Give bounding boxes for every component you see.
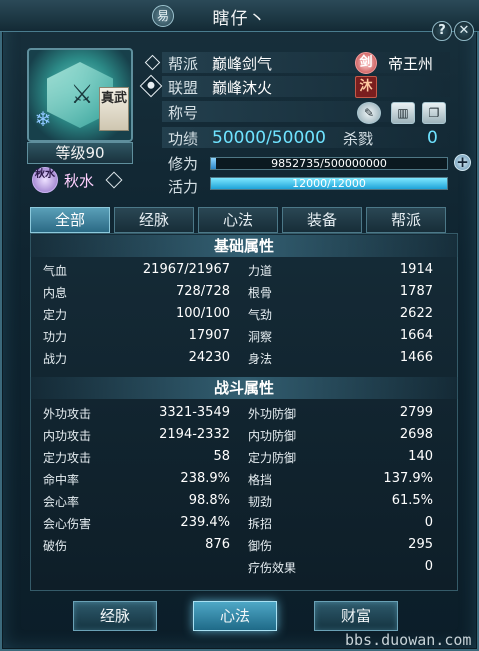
stat-label: 定力: [43, 308, 68, 322]
wealth-button[interactable]: 财富: [314, 601, 398, 631]
alliance-icon: 沐: [355, 76, 377, 98]
character-name: 瞎仔丶: [212, 9, 267, 29]
stat-label: 力道: [248, 264, 273, 278]
school-name: 秋水: [64, 172, 95, 190]
guild-value[interactable]: 巅峰剑气: [212, 53, 272, 74]
stat-label: 破伤: [43, 539, 68, 553]
tab-guild[interactable]: 帮派: [366, 207, 446, 233]
stat-label: 格挡: [248, 473, 273, 487]
alliance-label: 联盟: [168, 79, 199, 97]
tab-mindset[interactable]: 心法: [198, 207, 278, 233]
stat-label: 定力防御: [248, 451, 297, 465]
stat-label: 功力: [43, 330, 68, 344]
city-value: 帝王州: [388, 55, 434, 73]
list-icon[interactable]: ▥: [391, 102, 415, 124]
stat-value: 100/100: [175, 306, 230, 321]
stat-label: 气劲: [248, 308, 273, 322]
stat-value: 876: [205, 537, 230, 552]
meridians-button[interactable]: 经脉: [73, 601, 157, 631]
stat-label: 洞察: [248, 330, 273, 344]
vitality-text: 12000/12000: [292, 177, 366, 190]
stat-label: 疗伤效果: [248, 561, 297, 575]
stat-label: 外功攻击: [43, 407, 92, 421]
stat-value: 21967/21967: [142, 262, 230, 277]
stat-value: 2622: [399, 306, 433, 321]
stat-value: 2194-2332: [159, 427, 230, 442]
stat-label: 根骨: [248, 286, 273, 300]
basic-attributes-heading: 基础属性: [30, 235, 458, 257]
guild-label: 帮派: [168, 55, 199, 73]
stat-value: 61.5%: [391, 493, 433, 508]
level-label: 等级90: [27, 142, 133, 164]
attribute-tabs: 全部 经脉 心法 装备 帮派: [30, 207, 452, 233]
snowflake-icon: ❄: [34, 107, 52, 131]
combat-attributes-heading: 战斗属性: [30, 377, 458, 399]
stat-value: 24230: [188, 350, 230, 365]
tab-meridians[interactable]: 经脉: [114, 207, 194, 233]
close-button[interactable]: ✕: [454, 21, 474, 41]
merit-label: 功绩: [168, 130, 199, 148]
stat-value: 0: [424, 515, 433, 530]
book-icon[interactable]: ❐: [422, 102, 446, 124]
stat-label: 内功防御: [248, 429, 297, 443]
stat-value: 98.8%: [188, 493, 230, 508]
stat-label: 内息: [43, 286, 68, 300]
mindset-button[interactable]: 心法: [193, 601, 277, 631]
stat-label: 会心伤害: [43, 517, 92, 531]
cultivation-label: 修为: [168, 155, 199, 173]
alliance-value[interactable]: 巅峰沐火: [212, 77, 272, 98]
stat-value: 58: [213, 449, 230, 464]
stat-value: 728/728: [175, 284, 230, 299]
title-label: 称号: [168, 104, 199, 122]
kills-label: 杀戮: [343, 130, 374, 148]
add-cultivation-button[interactable]: +: [454, 154, 471, 171]
stat-value: 238.9%: [180, 471, 230, 486]
stat-value: 1664: [399, 328, 433, 343]
stat-label: 外功防御: [248, 407, 297, 421]
stat-value: 239.4%: [180, 515, 230, 530]
merit-value: 50000/50000: [212, 128, 326, 148]
cultivation-text: 9852735/500000000: [271, 157, 387, 170]
guild-sword-icon: 剑: [355, 52, 377, 74]
alliance-row-bg: [162, 76, 450, 97]
pen-icon[interactable]: ✎: [357, 102, 381, 124]
sect-badge: 真武: [99, 87, 129, 131]
stat-value: 0: [424, 559, 433, 574]
stat-value: 17907: [188, 328, 230, 343]
stat-label: 内功攻击: [43, 429, 92, 443]
cultivation-bar: 9852735/500000000: [210, 157, 448, 170]
vitality-bar: 12000/12000: [210, 177, 448, 190]
stat-value: 1466: [399, 350, 433, 365]
stat-label: 战力: [43, 352, 68, 366]
stat-label: 韧劲: [248, 495, 273, 509]
stat-value: 2698: [399, 427, 433, 442]
school-icon: 秋水: [32, 167, 58, 193]
stat-value: 1914: [399, 262, 433, 277]
sword-icon: ⚔: [70, 80, 94, 110]
stat-label: 气血: [43, 264, 68, 278]
stat-label: 拆招: [248, 517, 273, 531]
stat-value: 2799: [399, 405, 433, 420]
stat-value: 140: [408, 449, 433, 464]
kills-value: 0: [427, 128, 438, 148]
stat-label: 身法: [248, 352, 273, 366]
stat-label: 命中率: [43, 473, 80, 487]
tab-all[interactable]: 全部: [30, 207, 110, 233]
stat-value: 295: [408, 537, 433, 552]
tab-equipment[interactable]: 装备: [282, 207, 362, 233]
stat-label: 定力攻击: [43, 451, 92, 465]
watermark: bbs.duowan.com: [345, 631, 472, 649]
stat-value: 137.9%: [383, 471, 433, 486]
stat-label: 会心率: [43, 495, 80, 509]
stat-label: 御伤: [248, 539, 273, 553]
vitality-label: 活力: [168, 178, 199, 196]
stat-value: 3321-3549: [159, 405, 230, 420]
stat-value: 1787: [399, 284, 433, 299]
help-button[interactable]: ?: [432, 21, 452, 41]
